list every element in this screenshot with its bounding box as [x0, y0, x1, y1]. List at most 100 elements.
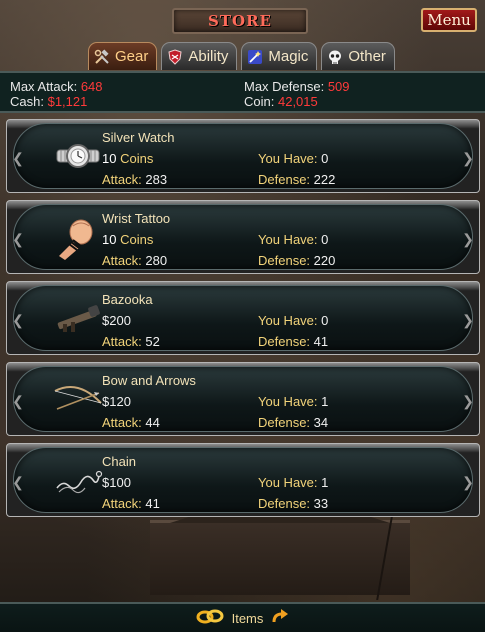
item-price: $200	[102, 313, 131, 328]
menu-button[interactable]: Menu	[421, 8, 477, 32]
cash-label: Cash:	[10, 94, 44, 109]
item-attack: Attack: 52	[102, 334, 160, 349]
bow-icon	[52, 375, 104, 423]
watch-icon	[52, 132, 104, 180]
store-item-panel: ❮ ❯ Silver Watch 10 Coins You Have: 0 At…	[12, 123, 474, 189]
tab-gear[interactable]: Gear	[88, 42, 158, 70]
store-item-panel: ❮ ❯ Chain $100 You Have: 1 Attack: 41 De…	[12, 447, 474, 513]
chain-icon	[52, 456, 104, 504]
max-defense-label: Max Defense:	[244, 79, 325, 94]
item-name: Bow and Arrows	[102, 373, 196, 388]
store-item-panel: ❮ ❯ Bow and Arrows $120 You Have: 1 Atta…	[12, 366, 474, 432]
skull-icon	[327, 49, 343, 65]
item-attack: Attack: 44	[102, 415, 160, 430]
store-item-bow-and-arrows[interactable]: ❮ ❯ Bow and Arrows $120 You Have: 1 Atta…	[6, 362, 480, 436]
store-item-panel: ❮ ❯ Wrist Tattoo 10 Coins You Have: 0 At…	[12, 204, 474, 270]
tools-icon	[94, 48, 110, 65]
store-item-wrist-tattoo[interactable]: ❮ ❯ Wrist Tattoo 10 Coins You Have: 0 At…	[6, 200, 480, 274]
tab-gear-label: Gear	[115, 48, 149, 65]
tab-magic[interactable]: Magic	[241, 42, 318, 70]
tab-ability-label: Ability	[188, 48, 229, 65]
max-attack-stat: Max Attack: 648	[10, 79, 103, 94]
category-tabs: Gear Ability Magic Other	[88, 42, 395, 70]
item-defense-value: 222	[313, 172, 336, 187]
item-defense: Defense: 220	[258, 253, 335, 268]
bazooka-icon	[52, 294, 104, 342]
items-link[interactable]: Items	[232, 611, 264, 626]
item-name: Silver Watch	[102, 130, 175, 145]
ornament-right: ❯	[462, 150, 474, 166]
item-defense: Defense: 34	[258, 415, 328, 430]
defense-label: Defense:	[258, 172, 311, 187]
item-owned: You Have: 1	[258, 475, 328, 490]
max-defense-stat: Max Defense: 509	[244, 79, 350, 94]
ornament-left: ❮	[12, 393, 24, 409]
defense-label: Defense:	[258, 253, 311, 268]
item-defense-value: 33	[313, 496, 329, 511]
item-price-unit: Coins	[120, 151, 154, 166]
item-attack: Attack: 280	[102, 253, 167, 268]
ornament-left: ❮	[12, 474, 24, 490]
item-defense-value: 34	[313, 415, 329, 430]
max-attack-value: 648	[80, 79, 103, 94]
tab-ability[interactable]: Ability	[161, 42, 238, 70]
item-name: Bazooka	[102, 292, 153, 307]
item-defense-value: 220	[313, 253, 336, 268]
tab-other[interactable]: Other	[321, 42, 395, 70]
item-owned-count: 0	[321, 313, 329, 328]
you-have-label: You Have:	[258, 232, 318, 247]
attack-label: Attack:	[102, 415, 142, 430]
coin-label: Coin:	[244, 94, 275, 109]
tab-magic-label: Magic	[268, 48, 309, 65]
bottom-bar: Items	[0, 602, 485, 632]
store-item-silver-watch[interactable]: ❮ ❯ Silver Watch 10 Coins You Have: 0 At…	[6, 119, 480, 193]
item-owned: You Have: 0	[258, 232, 328, 247]
ornament-left: ❮	[12, 231, 24, 247]
item-attack: Attack: 283	[102, 172, 167, 187]
store-title: STORE	[208, 12, 272, 30]
attack-label: Attack:	[102, 253, 142, 268]
coin-stat: Coin: 42,015	[244, 94, 318, 109]
store-item-chain[interactable]: ❮ ❯ Chain $100 You Have: 1 Attack: 41 De…	[6, 443, 480, 517]
store-item-bazooka[interactable]: ❮ ❯ Bazooka $200 You Have: 0 Attack: 52 …	[6, 281, 480, 355]
item-owned-count: 1	[321, 475, 329, 490]
ornament-right: ❯	[462, 312, 474, 328]
item-owned-count: 1	[321, 394, 329, 409]
attack-label: Attack:	[102, 172, 142, 187]
item-price-number: 10	[102, 232, 117, 247]
cash-stat: Cash: $1,121	[10, 94, 87, 109]
item-name: Wrist Tattoo	[102, 211, 171, 226]
player-stats-bar: Max Attack: 648 Max Defense: 509 Cash: $…	[0, 71, 485, 113]
ornament-right: ❯	[462, 231, 474, 247]
you-have-label: You Have:	[258, 313, 318, 328]
item-attack-value: 41	[145, 496, 160, 511]
background-house	[150, 488, 410, 595]
you-have-label: You Have:	[258, 394, 318, 409]
tab-other-label: Other	[348, 48, 386, 65]
item-price: 10 Coins	[102, 232, 153, 247]
item-attack-value: 280	[145, 253, 168, 268]
item-attack: Attack: 41	[102, 496, 160, 511]
rings-icon	[196, 607, 224, 630]
defense-label: Defense:	[258, 334, 311, 349]
store-title-banner: STORE	[172, 8, 308, 34]
ornament-left: ❮	[12, 312, 24, 328]
item-owned: You Have: 0	[258, 313, 328, 328]
menu-button-label: Menu	[427, 11, 471, 29]
item-price-number: 10	[102, 151, 117, 166]
you-have-label: You Have:	[258, 475, 318, 490]
item-price-unit: Coins	[120, 232, 154, 247]
store-item-panel: ❮ ❯ Bazooka $200 You Have: 0 Attack: 52 …	[12, 285, 474, 351]
tattoo-icon	[52, 213, 104, 261]
cash-value: $1,121	[47, 94, 88, 109]
max-attack-label: Max Attack:	[10, 79, 78, 94]
defense-label: Defense:	[258, 415, 311, 430]
item-defense: Defense: 222	[258, 172, 335, 187]
item-owned-count: 0	[321, 232, 329, 247]
item-price: $100	[102, 475, 131, 490]
item-defense: Defense: 41	[258, 334, 328, 349]
item-name: Chain	[102, 454, 136, 469]
forward-arrow-icon[interactable]	[271, 608, 289, 629]
item-attack-value: 44	[145, 415, 160, 430]
item-owned: You Have: 1	[258, 394, 328, 409]
